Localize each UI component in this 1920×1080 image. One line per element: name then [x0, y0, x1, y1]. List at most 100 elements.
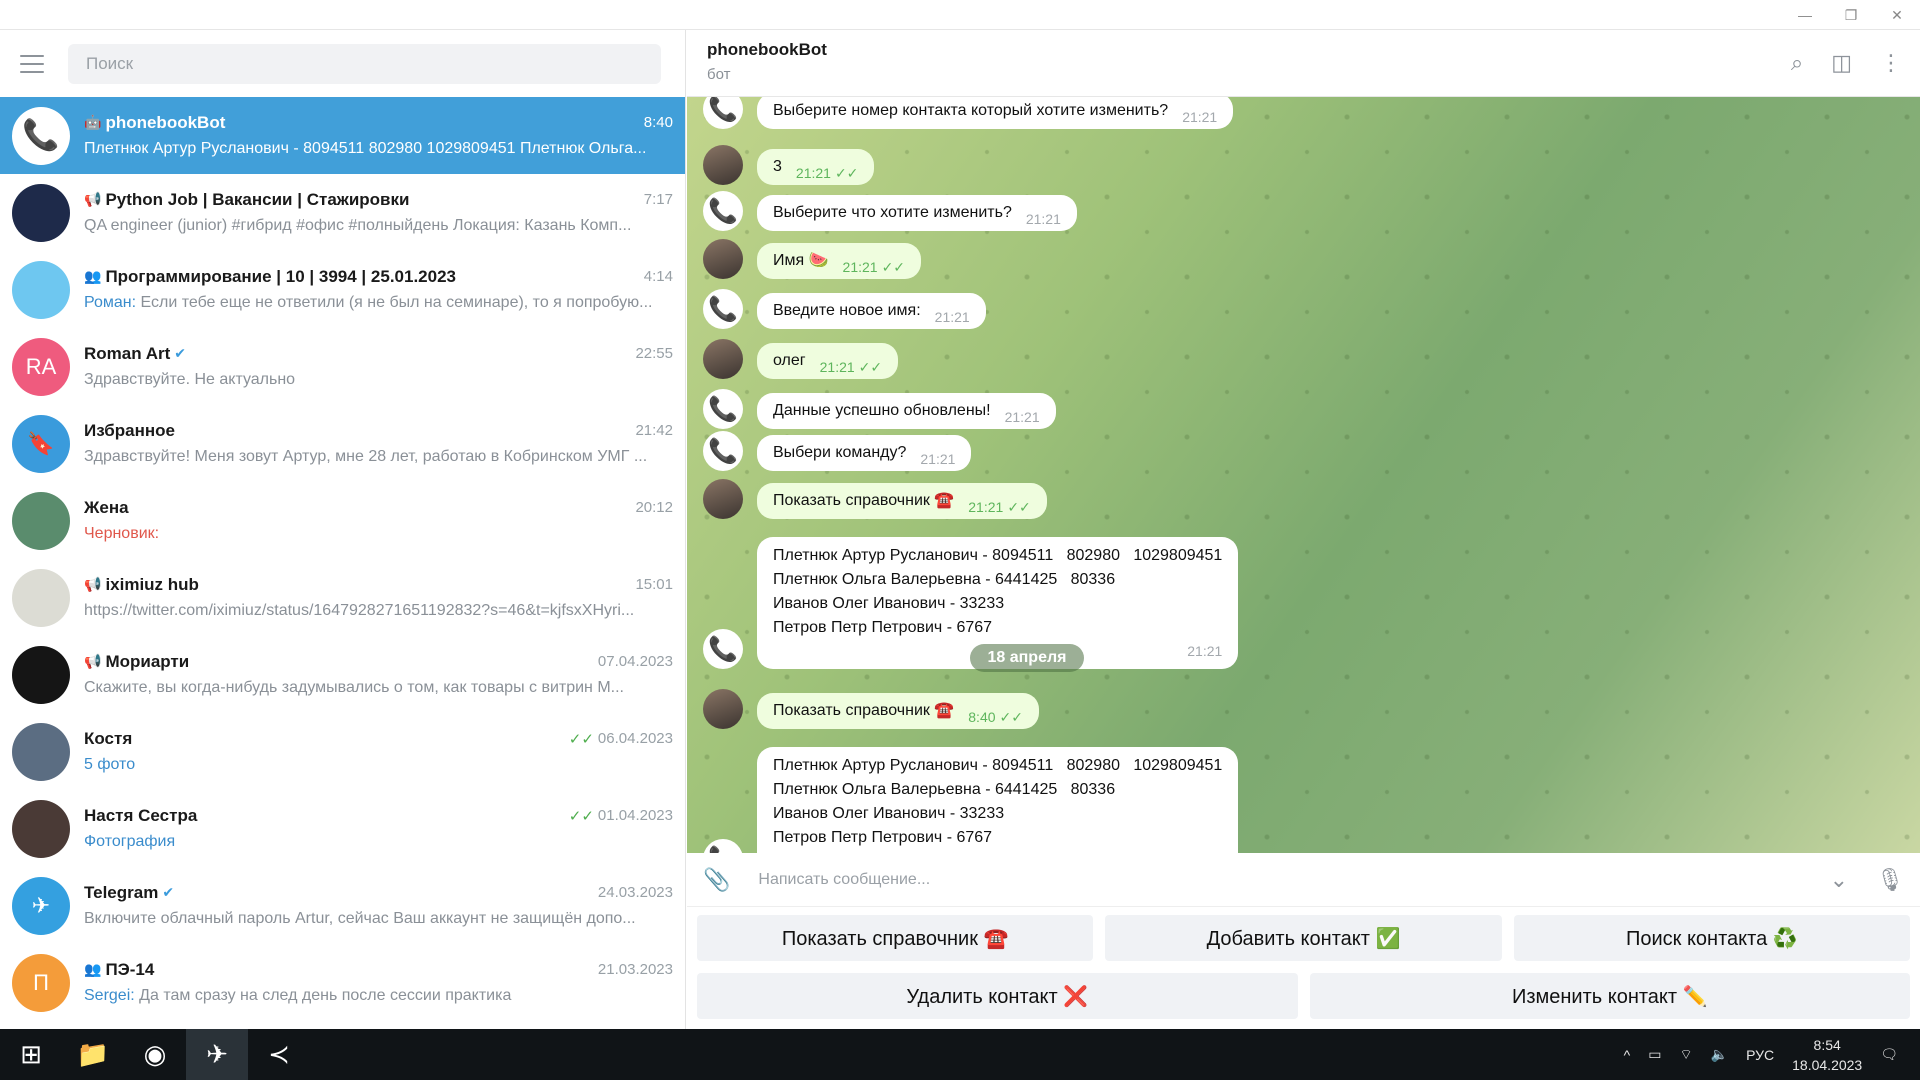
window-titlebar: — ❐ ✕ [0, 0, 1920, 30]
chat-item[interactable]: Костя ✓✓ 06.04.2023 5 фото [0, 713, 685, 790]
chat-item[interactable]: 📢 iximiuz hub 15:01 https://twitter.com/ixi… [0, 559, 685, 636]
message-bubble[interactable]: Выберите что хотите изменить? 21:21 [757, 195, 1077, 231]
message-bubble[interactable]: 3 21:21 ✓✓ [757, 149, 875, 185]
bot-avatar[interactable]: 📞 [703, 431, 743, 471]
chat-list-panel: Поиск 📞 🤖 phonebookBot 8:40 Плетнюк Артур Ру… [0, 30, 686, 1029]
chat-name: 📢 Python Job | Вакансии | Стажировки [84, 190, 636, 210]
chat-time: 8:40 [644, 114, 673, 131]
message-bubble[interactable]: Показать справочник ☎️ 8:40 ✓✓ [757, 693, 1039, 729]
message-area[interactable]: 📞 Выберите номер контакта который хотите … [687, 97, 1920, 853]
wifi-icon[interactable]: ⌔ [1679, 1046, 1692, 1064]
battery-icon[interactable]: ▭ [1648, 1046, 1661, 1063]
bot-avatar[interactable]: 📞 [703, 629, 743, 669]
chat-item[interactable]: Настя Сестра ✓✓ 01.04.2023 Фотография [0, 790, 685, 867]
chat-time-text: 01.04.2023 [597, 807, 673, 824]
telegram-icon[interactable]: ✈ [186, 1029, 248, 1080]
message-bubble[interactable]: олег 21:21 ✓✓ [757, 343, 899, 379]
message-line: Петров Петр Петрович - 6767 [773, 829, 993, 846]
vscode-icon[interactable]: ≺ [248, 1029, 310, 1080]
message-row: олег 21:21 ✓✓ [703, 339, 899, 379]
bot-avatar[interactable]: 📞 [703, 97, 743, 129]
chat-item[interactable]: 📞 🤖 phonebookBot 8:40 Плетнюк Артур Русланов… [0, 97, 685, 174]
keyboard-button[interactable]: Изменить контакт ✏️ [1309, 973, 1910, 1019]
clock-date: 18.04.2023 [1792, 1056, 1863, 1073]
close-button[interactable]: ✕ [1874, 0, 1920, 30]
microphone-icon[interactable]: 🎙 [1876, 867, 1904, 893]
language-indicator[interactable]: РУС [1746, 1047, 1774, 1063]
bot-avatar[interactable]: 📞 [703, 839, 743, 853]
chat-item[interactable]: RA Roman Art ✔ 22:55 Здравствуйте. Не актуал… [0, 328, 685, 405]
message-bubble[interactable]: Имя 🍉 21:21 ✓✓ [757, 243, 922, 279]
message-input[interactable]: Написать сообщение... [758, 871, 1829, 889]
chat-time: 21:42 [635, 422, 673, 439]
user-avatar[interactable] [703, 339, 743, 379]
chat-panel: phonebookBot бот ⌕ ◫ ⋮ 📞 Выберите номер к… [687, 30, 1920, 1029]
chat-type-icon: 👥 [84, 961, 102, 977]
chat-name: Настя Сестра [84, 806, 561, 826]
message-bubble[interactable]: Данные успешно обновлены! 21:21 [757, 393, 1056, 429]
user-avatar[interactable] [703, 239, 743, 279]
chat-item[interactable]: П 👥 ПЭ-14 21.03.2023 Sergei: Да там сразу на… [0, 944, 685, 1021]
chat-item[interactable]: 📢 Мориарти 07.04.2023 Скажите, вы когда-ниб… [0, 636, 685, 713]
chat-name: Roman Art ✔ [84, 344, 627, 364]
restore-button[interactable]: ❐ [1828, 0, 1874, 30]
chat-item[interactable]: 👥 Программирование | 10 | 3994 | 25.01.20… [0, 251, 685, 328]
chat-subtitle: бот [707, 66, 731, 83]
user-avatar[interactable] [703, 145, 743, 185]
message-bubble[interactable]: Выберите номер контакта который хотите и… [757, 97, 1234, 129]
chat-header: phonebookBot бот ⌕ ◫ ⋮ [687, 30, 1920, 97]
chat-name-text: iximiuz hub [105, 574, 199, 594]
message-row: 📞 Данные успешно обновлены! 21:21 [703, 389, 1056, 429]
user-avatar[interactable] [703, 689, 743, 729]
chat-preview: Роман: Если тебе еще не ответили (я не б… [84, 290, 673, 316]
message-bubble[interactable]: Показать справочник ☎️ 21:21 ✓✓ [757, 483, 1047, 519]
keyboard-toggle-icon[interactable]: ⌄ [1830, 867, 1848, 893]
message-time: 21:21 [920, 449, 955, 469]
date-separator: 18 апреля [970, 644, 1084, 672]
notifications-icon[interactable]: 🗨 [1880, 1046, 1898, 1063]
message-line: Плетнюк Артур Русланович - 8094511 80298… [773, 547, 1223, 564]
chat-name: 📢 Мориарти [84, 652, 590, 672]
search-icon[interactable]: ⌕ [1791, 50, 1803, 76]
clock[interactable]: 8:54 18.04.2023 [1792, 1035, 1862, 1075]
message-bubble[interactable]: Выбери команду? 21:21 [757, 435, 972, 471]
chat-name: 📢 iximiuz hub [84, 575, 627, 595]
bot-avatar[interactable]: 📞 [703, 191, 743, 231]
chat-avatar: 🔖 [12, 414, 70, 473]
search-input[interactable]: Поиск [68, 43, 661, 84]
chat-item[interactable]: Жена 20:12 Черновик: [0, 482, 685, 559]
message-bubble[interactable]: Введите новое имя: 21:21 [757, 293, 986, 329]
keyboard-button[interactable]: Показать справочник ☎️ [697, 915, 1094, 961]
bot-avatar[interactable]: 📞 [703, 389, 743, 429]
keyboard-button[interactable]: Добавить контакт ✅ [1105, 915, 1502, 961]
file-explorer-icon[interactable]: 📁 [62, 1029, 124, 1080]
chat-item[interactable]: ✈ Telegram ✔ 24.03.2023 Включите облачный па… [0, 867, 685, 944]
minimize-button[interactable]: — [1782, 0, 1828, 30]
preview-text: https://twitter.com/iximiuz/status/16479… [84, 601, 635, 619]
tray-chevron-icon[interactable]: ^ [1624, 1047, 1631, 1063]
chat-avatar [12, 183, 70, 242]
volume-icon[interactable]: 🔈 [1711, 1046, 1728, 1063]
chat-title[interactable]: phonebookBot [707, 40, 1900, 60]
keyboard-button[interactable]: Удалить контакт ❌ [697, 973, 1298, 1019]
attach-icon[interactable]: 📎 [703, 867, 730, 893]
user-avatar[interactable] [703, 479, 743, 519]
chat-item[interactable]: 📢 Python Job | Вакансии | Стажировки 7:17 Q… [0, 174, 685, 251]
keyboard-button[interactable]: Поиск контакта ♻️ [1513, 915, 1910, 961]
menu-icon[interactable] [20, 54, 44, 73]
chat-preview: Здравствуйте! Меня зовут Артур, мне 28 л… [84, 444, 673, 470]
chat-preview: Sergei: Да там сразу на след день после … [84, 983, 673, 1009]
message-bubble[interactable]: Плетнюк Артур Русланович - 8094511 80298… [757, 747, 1239, 853]
chat-name: Telegram ✔ [84, 883, 590, 903]
chrome-icon[interactable]: ◉ [124, 1029, 186, 1080]
bot-avatar[interactable]: 📞 [703, 289, 743, 329]
message-time-text: 21:21 [920, 451, 956, 467]
sidebar-toggle-icon[interactable]: ◫ [1831, 50, 1852, 76]
message-row: Показать справочник ☎️ 8:40 ✓✓ [703, 689, 1039, 729]
windows-start-icon[interactable]: ⊞ [0, 1029, 62, 1080]
message-text: Имя 🍉 [773, 252, 829, 269]
preview-sender: Роман: [84, 293, 137, 311]
chat-item[interactable]: 🔖 Избранное 21:42 Здравствуйте! Меня зовут … [0, 405, 685, 482]
message-text: Показать справочник ☎️ [773, 492, 955, 509]
more-options-icon[interactable]: ⋮ [1880, 50, 1902, 76]
